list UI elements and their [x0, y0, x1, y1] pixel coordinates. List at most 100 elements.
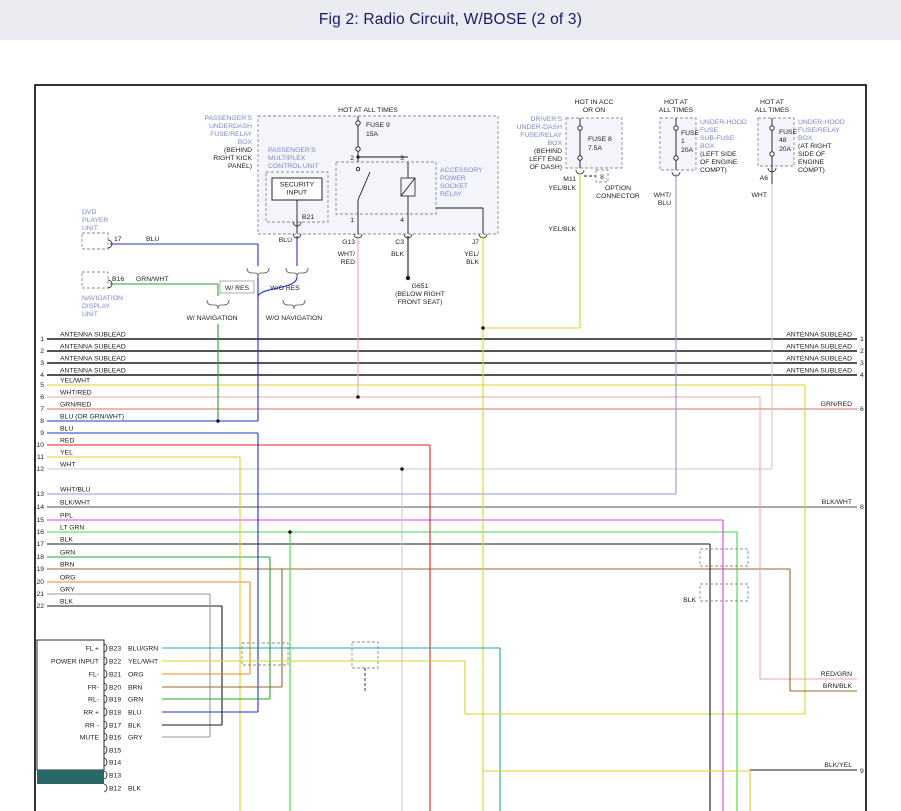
component-location: (BEHIND	[224, 147, 252, 154]
wire-row-label: GRN/RED	[821, 401, 852, 408]
hot-label: HOT IN ACC	[575, 99, 614, 106]
row-number: 17	[36, 541, 44, 548]
component-location: LEFT END	[529, 156, 562, 163]
row-number: 8	[860, 504, 864, 511]
component-label: UNDER-HOOD	[798, 119, 845, 126]
component-label: CONTROL UNIT	[268, 163, 319, 170]
row-number: 9	[860, 768, 864, 775]
row-number: 18	[36, 554, 44, 561]
fuse-label: FUSE	[779, 129, 798, 136]
wire-row-label: BRN/BLK	[823, 683, 853, 690]
row-number: 6	[40, 394, 44, 401]
wire-row-label: ANTENNA SUBLEAD	[60, 356, 126, 363]
component-location: OF ENGINE	[700, 159, 738, 166]
row-number: 3	[40, 360, 44, 367]
wire-row-label: ANTENNA SUBLEAD	[786, 332, 852, 339]
option-label: W/O NAVIGATION	[266, 315, 322, 322]
wire-label: WHT/	[654, 192, 671, 199]
component-label: DRIVER'S	[530, 116, 562, 123]
connector-row-label: POWER INPUT	[51, 659, 99, 666]
wire-row-label: ANTENNA SUBLEAD	[60, 332, 126, 339]
pin-label: M11	[563, 176, 576, 183]
wire-row-label: GRY	[60, 587, 75, 594]
component-location: COMPT)	[700, 167, 727, 174]
row-number: 22	[36, 603, 44, 610]
wire-label: YEL/	[464, 251, 479, 258]
pin-label: B16	[109, 735, 121, 742]
wire-label: BLK	[128, 786, 141, 793]
wire-row-label: BLU	[60, 426, 73, 433]
connector-row-label: RL-	[88, 697, 99, 704]
row-number: 6	[860, 406, 864, 413]
ground-location: (BELOW RIGHT	[395, 291, 445, 298]
component-label: ACCESSORY	[440, 167, 483, 174]
wire-row-label: PPL	[60, 513, 73, 520]
row-number: 21	[36, 591, 44, 598]
ground-name: G651	[412, 283, 429, 290]
wire-label: BLK	[391, 251, 404, 258]
row-number: 9	[40, 430, 44, 437]
component-location: PANEL)	[228, 163, 252, 170]
wire-label: WHT	[752, 192, 767, 199]
option-connector-label: OPTION	[605, 185, 631, 192]
wire-row-label: BLK	[60, 537, 73, 544]
pin-label: 17	[114, 236, 122, 243]
component-label: MULTIPLEX	[268, 155, 306, 162]
wire-row-label: BLU (OR GRN/WHT)	[60, 414, 124, 421]
wire-row-label: GRN/RED	[60, 402, 91, 409]
relay-pin-number: 2	[350, 155, 354, 162]
component-label: BOX	[798, 135, 813, 142]
row-number: 5	[40, 382, 44, 389]
hot-label: HOT AT	[664, 99, 688, 106]
fuse-amps: 15A	[366, 131, 379, 138]
figure-title: Fig 2: Radio Circuit, W/BOSE (2 of 3)	[319, 11, 582, 29]
fuse-label: FUSE	[681, 130, 700, 137]
pin-label: B14	[109, 760, 121, 767]
connector-row-label: FL-	[89, 672, 99, 679]
fuse-label: FUSE 8	[588, 136, 612, 143]
pin-label: B17	[109, 723, 121, 730]
row-number: 1	[860, 336, 864, 343]
wire-row-label: ANTENNA SUBLEAD	[60, 344, 126, 351]
wire-label: BLU	[128, 710, 141, 717]
row-number: 20	[36, 579, 44, 586]
fuse-amps: 20A	[779, 146, 792, 153]
fuse-number: 48	[779, 137, 787, 144]
connector-row-label: RR +	[83, 710, 99, 717]
row-number: 1	[40, 336, 44, 343]
component-label: DVD	[82, 209, 96, 216]
pin-label: B20	[109, 685, 121, 692]
wire-row-label: ANTENNA SUBLEAD	[60, 368, 126, 375]
row-number: 13	[36, 491, 44, 498]
pin-label: B16	[112, 276, 124, 283]
fuse-amps: 20A	[681, 147, 694, 154]
component-location: (AT RIGHT	[798, 143, 831, 150]
wire-label: YEL/BLK	[548, 226, 576, 233]
wire-label: BLU/GRN	[128, 646, 158, 653]
wire-row-label: BLK/WHT	[822, 499, 852, 506]
row-number: 2	[860, 348, 864, 355]
component-label: FUSE/RELAY	[210, 131, 252, 138]
wire-label: BLU	[658, 200, 671, 207]
component-location: COMPT)	[798, 167, 825, 174]
component-label: FUSE	[700, 127, 719, 134]
component-label: RELAY	[440, 191, 462, 198]
wire-label: WHT/	[338, 251, 355, 258]
connector-pin: G13	[342, 239, 355, 246]
component-label: BOX	[548, 140, 563, 147]
component-label: POWER	[440, 175, 466, 182]
wire-label: YEL/BLK	[548, 185, 576, 192]
ground-location: FRONT SEAT)	[398, 299, 443, 306]
component-label: UNIT	[82, 311, 98, 318]
wire-label: BLK	[466, 259, 479, 266]
connector-row-label: FL +	[85, 646, 99, 653]
relay-contact	[356, 167, 359, 170]
row-number: 15	[36, 517, 44, 524]
component-label: UNIT	[82, 225, 98, 232]
component-label: NAVIGATION	[82, 295, 123, 302]
component-label: SUB-FUSE	[700, 135, 735, 142]
hot-label: ALL TIMES	[659, 107, 694, 114]
row-number: 3	[860, 360, 864, 367]
component-location: ENGINE	[798, 159, 825, 166]
connector-row-label: MUTE	[80, 735, 100, 742]
